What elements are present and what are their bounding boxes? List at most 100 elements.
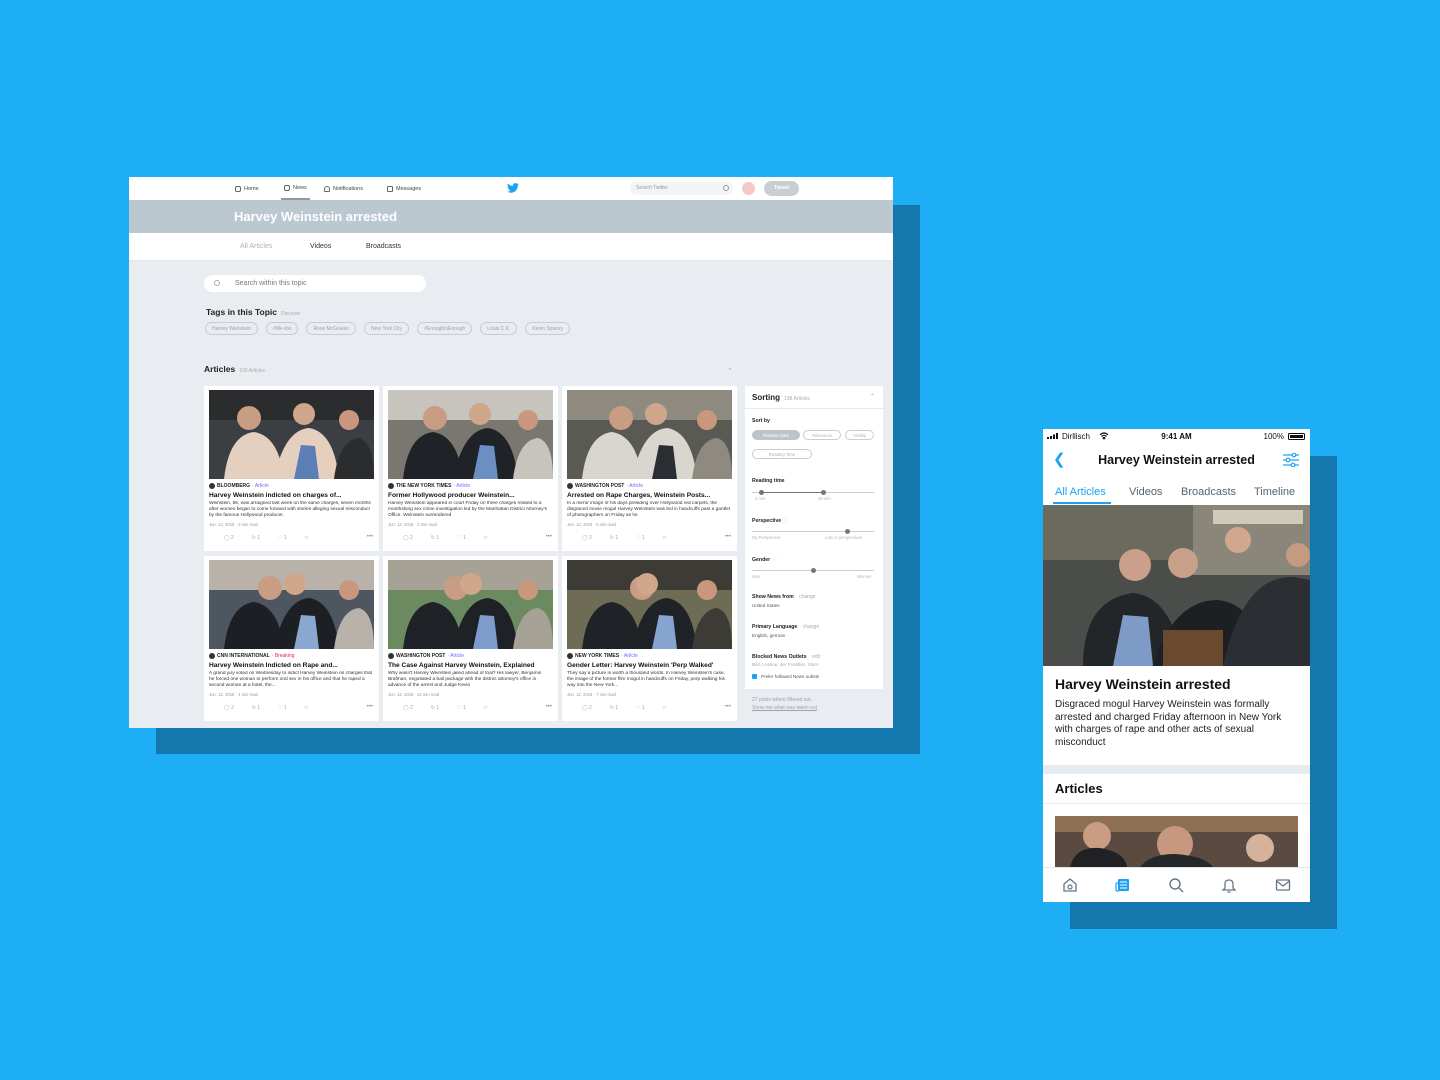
info-icon[interactable]: ⓘ — [772, 557, 777, 563]
tag-chip[interactable]: New York City — [364, 322, 410, 335]
article-photo[interactable] — [388, 560, 553, 649]
tweet-button[interactable]: Tweet — [764, 181, 799, 196]
article-source[interactable]: CNN INTERNATIONAL · Breaking — [209, 653, 294, 659]
article-source[interactable]: THE NEW YORK TIMES · Article — [388, 483, 470, 489]
article-photo[interactable] — [567, 560, 732, 649]
reading-time-slider[interactable] — [752, 490, 874, 495]
article-photo[interactable] — [388, 390, 553, 479]
filter-sliders-icon[interactable] — [1283, 453, 1299, 467]
article-title[interactable]: Gender Letter: Harvey Weinstein 'Perp Wa… — [567, 662, 732, 669]
search-icon[interactable] — [1168, 877, 1184, 893]
show-news-change-link[interactable]: change — [799, 594, 815, 600]
article-card[interactable]: WASHINGTON POST · Article The Case Against… — [383, 556, 558, 721]
mobile-tab-broadcasts[interactable]: Broadcasts — [1181, 486, 1236, 498]
article-card[interactable]: WASHINGTON POST · Article Arrested on Rape… — [562, 386, 737, 551]
reply-button[interactable]: ◯ 2 — [224, 705, 234, 711]
reply-button[interactable]: ◯ 2 — [224, 535, 234, 541]
mobile-tab-videos[interactable]: Videos — [1129, 486, 1162, 498]
mobile-tab-all-articles[interactable]: All Articles — [1055, 486, 1106, 498]
more-options-icon[interactable]: ••• — [725, 534, 731, 540]
article-source[interactable]: WASHINGTON POST · Article — [567, 483, 643, 489]
tag-chip[interactable]: Louis C.K. — [480, 322, 518, 335]
tab-all-articles[interactable]: All Articles — [240, 243, 272, 250]
hero-photo[interactable] — [1043, 505, 1310, 666]
more-options-icon[interactable]: ••• — [546, 704, 552, 710]
like-button[interactable]: ♡ 1 — [457, 705, 466, 711]
article-source[interactable]: WASHINGTON POST · Article — [388, 653, 464, 659]
reply-button[interactable]: ◯ 2 — [582, 535, 592, 541]
article-title[interactable]: Arrested on Rape Charges, Weinstein Post… — [567, 492, 732, 499]
reply-button[interactable]: ◯ 2 — [403, 705, 413, 711]
sort-release-date[interactable]: Release Date — [752, 430, 800, 440]
more-options-icon[interactable]: ••• — [546, 534, 552, 540]
tag-chip[interactable]: Kevin Spacey — [525, 322, 570, 335]
reply-button[interactable]: ◯ 2 — [582, 705, 592, 711]
retweet-button[interactable]: ↻ 1 — [610, 705, 618, 711]
envelope-icon[interactable] — [1275, 877, 1291, 893]
reply-button[interactable]: ◯ 2 — [403, 535, 413, 541]
retweet-button[interactable]: ↻ 1 — [431, 535, 439, 541]
prefer-followed-checkbox[interactable] — [752, 674, 757, 679]
article-photo[interactable] — [209, 560, 374, 649]
tag-chip[interactable]: #Me-too — [266, 322, 299, 335]
retweet-button[interactable]: ↻ 1 — [252, 535, 260, 541]
nav-messages[interactable]: Messages — [387, 177, 421, 200]
sort-reading-time[interactable]: Reading Time — [752, 449, 812, 459]
share-button[interactable]: □ — [305, 535, 308, 541]
like-button[interactable]: ♡ 1 — [457, 535, 466, 541]
share-button[interactable]: □ — [484, 705, 487, 711]
share-button[interactable]: □ — [484, 535, 487, 541]
language-change-link[interactable]: change — [803, 624, 819, 630]
article-title[interactable]: The Case Against Harvey Weinstein, Expla… — [388, 662, 553, 669]
share-button[interactable]: □ — [305, 705, 308, 711]
sort-relevance[interactable]: Relevance — [803, 430, 841, 440]
blocked-edit-link[interactable]: edit — [812, 654, 820, 660]
article-card[interactable]: THE NEW YORK TIMES · Article Former Hollyw… — [383, 386, 558, 551]
gender-thumb[interactable] — [810, 568, 816, 573]
article-source[interactable]: BLOOMBERG · Article — [209, 483, 269, 489]
chevron-up-icon[interactable]: ⌃ — [870, 393, 875, 400]
retweet-button[interactable]: ↻ 1 — [610, 535, 618, 541]
article-card[interactable]: BLOOMBERG · Article Harvey Weinstein indic… — [204, 386, 379, 551]
nav-notifications[interactable]: Notifications — [324, 177, 363, 200]
nav-home[interactable]: Home — [235, 177, 259, 200]
nav-news[interactable]: News — [281, 177, 310, 200]
article-card[interactable]: CNN INTERNATIONAL · Breaking Harvey Weinst… — [204, 556, 379, 721]
tab-broadcasts[interactable]: Broadcasts — [366, 243, 401, 250]
filter-show-link[interactable]: Show me what was taken out — [752, 704, 817, 712]
article-thumbnail[interactable] — [1055, 816, 1298, 867]
info-icon[interactable]: ⓘ — [783, 518, 788, 524]
article-title[interactable]: Former Hollywood producer Weinstein... — [388, 492, 553, 499]
like-button[interactable]: ♡ 1 — [636, 705, 645, 711]
article-card[interactable]: NEW YORK TIMES · Article Gender Letter: Ha… — [562, 556, 737, 721]
avatar[interactable] — [742, 182, 755, 195]
tag-chip[interactable]: #EnoughIsEnough — [417, 322, 473, 335]
share-button[interactable]: □ — [663, 535, 666, 541]
hero-title[interactable]: Harvey Weinstein arrested — [1055, 676, 1231, 692]
news-icon[interactable] — [1115, 877, 1131, 893]
bell-icon[interactable] — [1221, 877, 1237, 893]
tag-chip[interactable]: Harvey Weinstein — [205, 322, 259, 335]
perspective-slider[interactable] — [752, 529, 874, 534]
retweet-button[interactable]: ↻ 1 — [431, 705, 439, 711]
article-photo[interactable] — [209, 390, 374, 479]
home-icon[interactable] — [1062, 877, 1078, 893]
article-photo[interactable] — [567, 390, 732, 479]
more-options-icon[interactable]: ••• — [725, 704, 731, 710]
tag-chip[interactable]: Rose McGowan — [306, 322, 357, 335]
article-source[interactable]: NEW YORK TIMES · Article — [567, 653, 638, 659]
perspective-thumb[interactable] — [844, 529, 850, 534]
topic-search-input[interactable]: Search within this topic — [204, 275, 426, 292]
sort-virality[interactable]: Virality — [845, 430, 874, 440]
twitter-search-input[interactable]: Search Twitter — [630, 182, 733, 195]
gender-slider[interactable] — [752, 568, 874, 573]
more-options-icon[interactable]: ••• — [367, 704, 373, 710]
like-button[interactable]: ♡ 1 — [278, 535, 287, 541]
like-button[interactable]: ♡ 1 — [278, 705, 287, 711]
twitter-bird-icon[interactable] — [507, 183, 519, 193]
tab-videos[interactable]: Videos — [310, 243, 331, 250]
like-button[interactable]: ♡ 1 — [636, 535, 645, 541]
article-title[interactable]: Harvey Weinstein indicted on charges of.… — [209, 492, 374, 499]
tags-discover-link[interactable]: Discover — [281, 311, 300, 317]
article-title[interactable]: Harvey Weinstein Indicted on Rape and... — [209, 662, 374, 669]
